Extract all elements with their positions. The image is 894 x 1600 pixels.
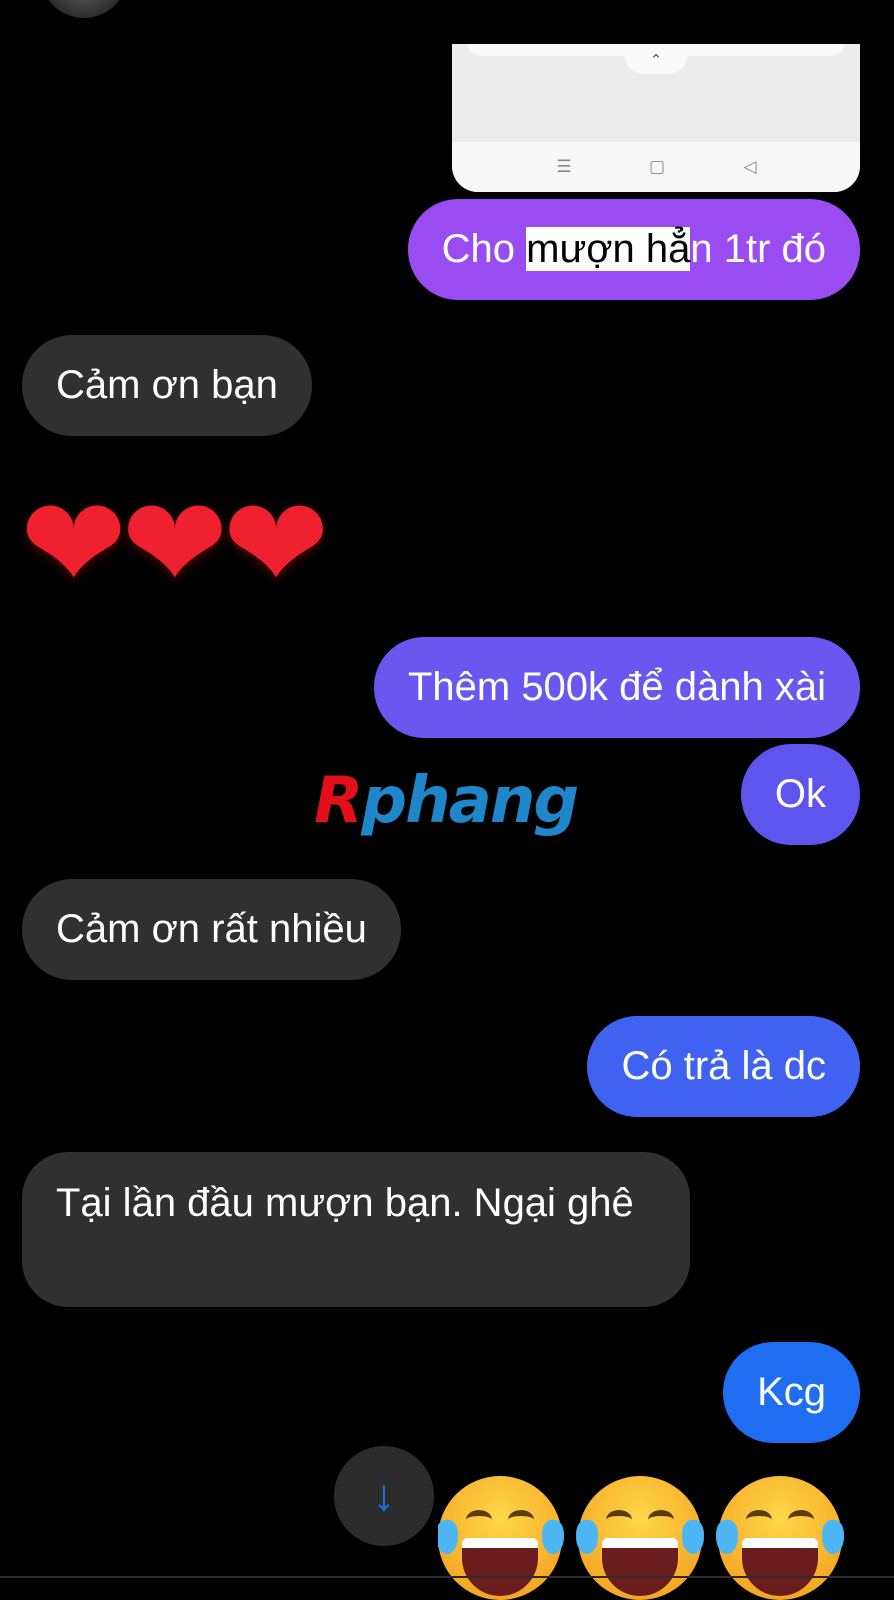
red-heart-icon: ❤ (222, 473, 330, 616)
hearts-emoji-message[interactable]: ❤❤❤ (20, 470, 330, 620)
menu-icon: ☰ (556, 157, 572, 176)
composer-divider (0, 1576, 894, 1578)
embedded-phone-screenshot[interactable]: ⌃ ☰ ▢ ◁ (452, 44, 860, 192)
message-incoming[interactable]: Tại lần đầu mượn bạn. Ngại ghê (22, 1152, 690, 1307)
watermark-logo: Rphang (314, 764, 579, 838)
home-square-icon: ▢ (648, 157, 666, 176)
scroll-to-bottom-button[interactable]: ↓ (334, 1446, 434, 1546)
message-outgoing[interactable]: Cho mượn hẳn 1tr đó (407, 199, 860, 300)
red-heart-icon: ❤ (20, 473, 127, 616)
message-outgoing[interactable]: Ok (740, 744, 860, 845)
laughing-emoji-message[interactable] (438, 1476, 858, 1600)
message-outgoing[interactable]: Kcg (723, 1342, 860, 1443)
selected-text[interactable]: mượn hẳ (526, 227, 691, 271)
face-with-tears-of-joy-icon (438, 1476, 564, 1600)
message-text: Cảm ơn rất nhiều (56, 907, 367, 951)
message-text: Cảm ơn bạn (56, 363, 278, 407)
message-text: Thêm 500k để dành xài (407, 665, 826, 709)
face-with-tears-of-joy-icon (716, 1476, 844, 1600)
message-text: Ok (774, 772, 826, 816)
message-text: Tại lần đầu mượn bạn. Ngại ghê (56, 1181, 634, 1225)
message-text: Kcg (757, 1370, 826, 1414)
back-triangle-icon: ◁ (743, 157, 757, 176)
contact-avatar[interactable] (40, 0, 128, 18)
message-outgoing[interactable]: Có trả là dc (587, 1016, 860, 1117)
message-outgoing[interactable]: Thêm 500k để dành xài (373, 637, 860, 738)
message-text: Cho (441, 227, 527, 271)
message-text: Có trả là dc (621, 1044, 826, 1088)
message-text: n 1tr đó (690, 227, 826, 271)
chevron-up-icon: ⌃ (649, 52, 663, 69)
red-heart-icon: ❤ (121, 473, 228, 616)
pull-tab: ⌃ (624, 44, 688, 74)
message-incoming[interactable]: Cảm ơn rất nhiều (22, 879, 401, 980)
face-with-tears-of-joy-icon (576, 1476, 704, 1600)
android-nav-bar: ☰ ▢ ◁ (452, 142, 860, 192)
arrow-down-icon: ↓ (373, 1471, 395, 1520)
message-incoming[interactable]: Cảm ơn bạn (22, 335, 312, 436)
